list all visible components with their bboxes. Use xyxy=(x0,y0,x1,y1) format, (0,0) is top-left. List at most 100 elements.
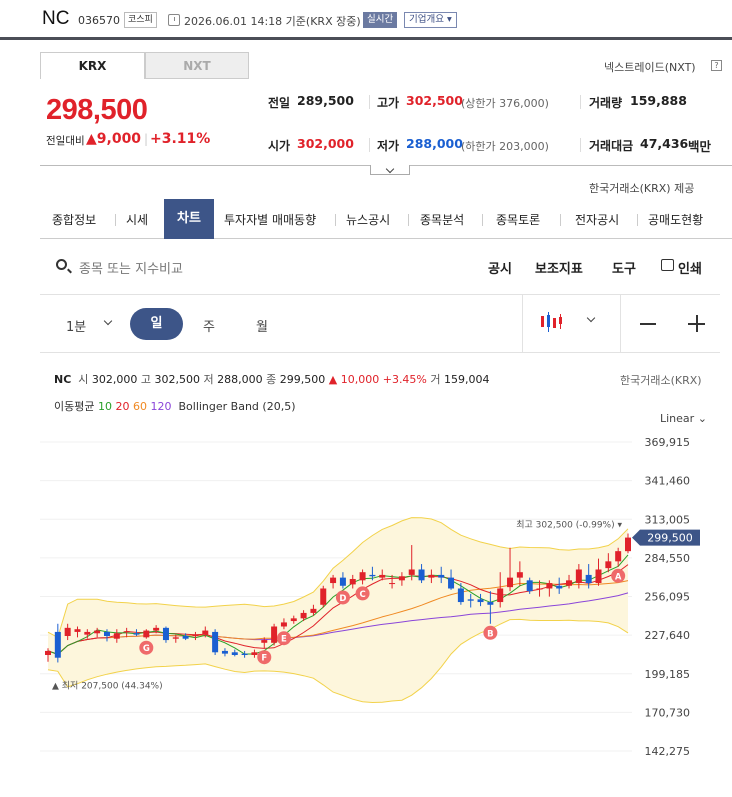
candle-body xyxy=(467,599,474,601)
scale-label: Linear xyxy=(660,412,695,425)
trade-value-label: 거래대금 xyxy=(589,139,634,153)
event-marker-label: C xyxy=(359,590,365,600)
candle-body xyxy=(123,631,130,633)
ohlc-low-label: 저 xyxy=(203,373,214,386)
candle-body xyxy=(566,580,573,586)
scale-select[interactable]: Linear ⌄ xyxy=(660,412,707,425)
candle-body xyxy=(418,569,425,581)
nav-analysis[interactable]: 종목분석 xyxy=(420,211,464,228)
print-button[interactable]: 인쇄 xyxy=(678,258,702,277)
ohlc-open-label: 시 xyxy=(78,373,89,386)
candlestick-type-icon[interactable] xyxy=(540,311,566,333)
ohlc-volume-label: 거 xyxy=(430,373,441,386)
help-icon[interactable]: ? xyxy=(711,60,722,71)
nav-overview[interactable]: 종합정보 xyxy=(52,211,96,228)
divider xyxy=(369,95,370,109)
candle-body xyxy=(457,588,464,603)
candle-body xyxy=(64,627,71,636)
max-annotation: 최고 302,500 (-0.99%) ▾ xyxy=(516,520,622,531)
nav-disclosure[interactable]: 전자공시 xyxy=(575,211,619,228)
ma-120-label: 120 xyxy=(150,400,172,413)
candle-body xyxy=(448,577,455,589)
y-tick-label: 256,095 xyxy=(645,591,691,604)
nav-news[interactable]: 뉴스공시 xyxy=(346,211,390,228)
y-tick-label: 170,730 xyxy=(645,706,691,719)
search-icon[interactable] xyxy=(56,259,67,270)
quote-date: 2026.06.01 14:18 기준(KRX 장중) xyxy=(184,15,361,28)
divider xyxy=(115,214,116,226)
candle-body xyxy=(212,631,219,653)
candle-body xyxy=(625,537,631,552)
candle-body xyxy=(516,572,523,578)
open-value: 302,000 xyxy=(297,136,354,151)
indicator-legend[interactable]: 이동평균 10 20 60 120 Bollinger Band (20,5) xyxy=(54,398,295,414)
nav-quotes[interactable]: 시세 xyxy=(126,211,148,228)
low-value: 288,000 xyxy=(406,136,463,151)
ma-10-label: 10 xyxy=(97,400,112,413)
zoom-in-icon[interactable] xyxy=(696,315,698,332)
change-percent: +3.11% xyxy=(150,131,211,147)
ohlc-open: 302,000 xyxy=(91,373,138,386)
market-badge: 코스피 xyxy=(124,12,157,28)
divider xyxy=(580,95,581,109)
candle-body xyxy=(330,577,337,584)
timeframe-month[interactable]: 월 xyxy=(256,316,268,335)
timeframe-week[interactable]: 주 xyxy=(203,316,215,335)
price-chart[interactable]: 369,915 341,460 313,005 284,550 256,095 227,6… xyxy=(0,425,732,797)
candle-body xyxy=(487,602,494,605)
y-tick-label: 284,550 xyxy=(645,552,691,565)
candle-body xyxy=(477,599,484,603)
expand-toggle[interactable] xyxy=(370,165,410,175)
nav-investor-trends[interactable]: 투자자별 매매동향 xyxy=(224,211,316,228)
candle-body xyxy=(615,551,622,562)
ohlc-change: ▲ 10,000 +3.45% xyxy=(328,373,427,386)
y-tick-label: 142,275 xyxy=(645,745,691,758)
company-overview-label: 기업개요 xyxy=(409,14,444,25)
candle-body xyxy=(153,627,160,631)
candle-body xyxy=(526,580,533,592)
candle-body xyxy=(359,572,366,581)
change-label: 전일대비 xyxy=(46,135,85,147)
tab-nxt[interactable]: NXT xyxy=(145,52,249,79)
candle-body xyxy=(271,626,278,643)
y-tick-label: 341,460 xyxy=(645,475,691,488)
candle-body xyxy=(438,574,445,578)
print-icon[interactable] xyxy=(661,259,674,271)
nav-discussion[interactable]: 종목토론 xyxy=(496,211,540,228)
trade-value-unit: 백만 xyxy=(688,139,712,154)
candle-body xyxy=(398,576,405,581)
chevron-down-icon[interactable] xyxy=(103,316,113,326)
divider xyxy=(40,294,720,295)
y-tick-label: 313,005 xyxy=(645,513,691,526)
indicators-button[interactable]: 보조지표 xyxy=(535,258,583,277)
nextrade-link[interactable]: 넥스트레이드(NXT) xyxy=(604,59,696,75)
ohlc-volume: 159,004 xyxy=(444,373,490,386)
event-marker-label: D xyxy=(339,594,346,604)
nav-chart[interactable]: 차트 xyxy=(164,199,214,239)
divider xyxy=(560,214,561,226)
candle-body xyxy=(45,650,51,655)
open-label: 시가 xyxy=(268,139,291,153)
bollinger-label: Bollinger Band (20,5) xyxy=(178,400,296,413)
candle-body xyxy=(428,574,435,578)
tab-krx[interactable]: KRX xyxy=(40,52,145,79)
company-overview-dropdown[interactable]: 기업개요 ▾ xyxy=(404,12,457,28)
candle-body xyxy=(192,634,199,636)
divider xyxy=(522,295,523,353)
zoom-out-icon[interactable] xyxy=(640,323,656,325)
data-provider: 한국거래소(KRX) 제공 xyxy=(589,182,695,195)
chevron-down-icon[interactable] xyxy=(586,313,596,323)
realtime-button[interactable]: 실시간 xyxy=(363,12,398,28)
last-price-label: 299,500 xyxy=(647,532,693,545)
nav-short-selling[interactable]: 공매도현황 xyxy=(648,211,703,228)
tools-button[interactable]: 도구 xyxy=(612,258,636,277)
candle-body xyxy=(221,650,228,654)
timeframe-minute[interactable]: 1분 xyxy=(66,316,86,335)
candle-body xyxy=(231,652,238,655)
compare-search-input[interactable]: 종목 또는 지수비교 xyxy=(79,258,183,277)
candle-body xyxy=(585,574,592,584)
change-amount: ▲9,000 xyxy=(86,131,142,147)
candle-body xyxy=(261,640,268,643)
disclosure-button[interactable]: 공시 xyxy=(488,258,512,277)
timeframe-day[interactable]: 일 xyxy=(130,308,183,340)
